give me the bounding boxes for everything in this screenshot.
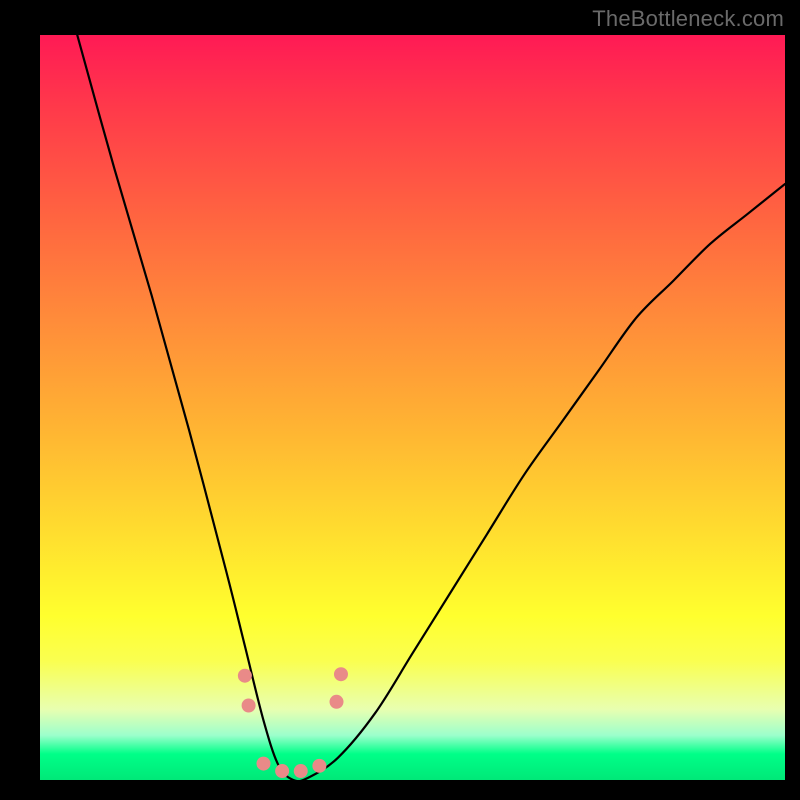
bottleneck-curve-path bbox=[77, 35, 785, 780]
highlight-marker bbox=[257, 757, 271, 771]
outer-frame: TheBottleneck.com bbox=[0, 0, 800, 800]
highlight-marker bbox=[275, 764, 289, 778]
highlight-marker bbox=[334, 667, 348, 681]
highlight-markers-group bbox=[238, 667, 348, 778]
highlight-marker bbox=[330, 695, 344, 709]
watermark-text: TheBottleneck.com bbox=[592, 6, 784, 32]
highlight-marker bbox=[312, 759, 326, 773]
chart-svg bbox=[40, 35, 785, 780]
highlight-marker bbox=[242, 699, 256, 713]
highlight-marker bbox=[294, 764, 308, 778]
chart-area bbox=[40, 35, 785, 780]
highlight-marker bbox=[238, 669, 252, 683]
